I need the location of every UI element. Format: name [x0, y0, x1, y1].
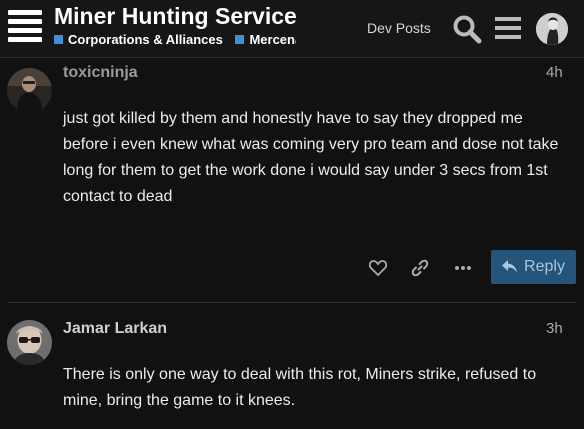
hamburger-logo-icon[interactable]	[8, 10, 42, 44]
dev-posts-link[interactable]: Dev Posts	[367, 20, 431, 36]
reply-label: Reply	[524, 258, 565, 275]
category-badge[interactable]: Mercenaries	[235, 32, 296, 47]
link-icon[interactable]	[405, 251, 435, 284]
post-divider	[8, 302, 576, 303]
reply-icon	[502, 260, 518, 273]
avatar[interactable]	[7, 320, 52, 365]
post-username[interactable]: Jamar Larkan	[63, 320, 167, 338]
post-time[interactable]: 4h	[546, 64, 563, 81]
post-username[interactable]: toxicninja	[63, 64, 138, 82]
search-icon[interactable]	[452, 14, 482, 44]
topic-title-block: Miner Hunting Service Corporations & All…	[54, 2, 344, 50]
heart-icon[interactable]	[363, 251, 393, 284]
post-time[interactable]: 3h	[546, 320, 563, 337]
post-body: There is only one way to deal with this …	[63, 366, 537, 409]
post-body: just got killed by them and honestly hav…	[63, 110, 559, 205]
category-label: Mercenaries	[249, 32, 296, 47]
category-color-square	[235, 35, 245, 44]
ellipsis-icon[interactable]	[448, 251, 478, 284]
topic-title[interactable]: Miner Hunting Service	[54, 2, 344, 30]
category-breadcrumb: Corporations & Alliances Mercenaries	[54, 32, 296, 50]
site-header: Miner Hunting Service Corporations & All…	[0, 0, 584, 58]
avatar[interactable]	[7, 68, 52, 113]
user-avatar[interactable]	[536, 13, 568, 45]
category-color-square	[54, 35, 63, 44]
category-badge[interactable]: Corporations & Alliances	[54, 32, 223, 47]
category-label: Corporations & Alliances	[68, 32, 223, 47]
menu-icon[interactable]	[495, 15, 523, 41]
reply-button[interactable]: Reply	[491, 250, 576, 284]
